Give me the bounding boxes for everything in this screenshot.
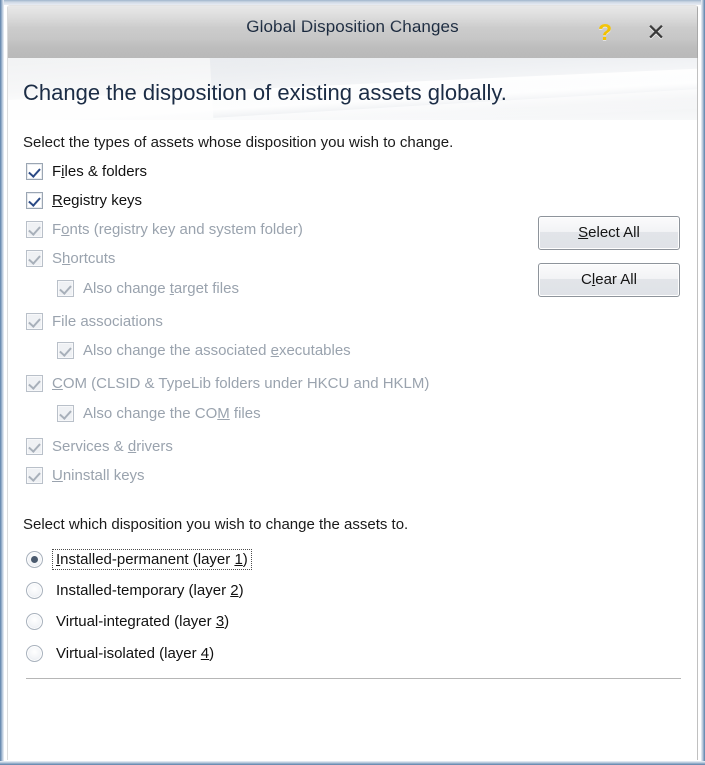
checkbox-label: Fonts (registry key and system folder)	[52, 221, 303, 238]
select-all-button[interactable]: Select All	[538, 216, 680, 250]
radio-row[interactable]: Virtual-isolated (layer 4)	[26, 644, 217, 663]
checkbox-row[interactable]: Registry keys	[26, 192, 142, 209]
accelerator-char: S	[578, 224, 589, 241]
checkbox-row: Also change the associated executables	[57, 342, 351, 359]
clear-all-button[interactable]: Clear All	[538, 263, 680, 297]
window-right-edge	[701, 0, 705, 765]
radio-label: Virtual-integrated (layer 3)	[56, 613, 230, 630]
accelerator-char: o	[61, 221, 70, 238]
radio-label: Installed-permanent (layer 1)	[52, 549, 252, 570]
checkbox-row: Also change target files	[57, 280, 239, 297]
checkbox-label: Also change the COM files	[83, 405, 261, 422]
checkbox-row: COM (CLSID & TypeLib folders under HKCU …	[26, 375, 429, 392]
radio-label: Virtual-isolated (layer 4)	[56, 645, 215, 662]
checkbox-row: Fonts (registry key and system folder)	[26, 221, 303, 238]
page-title: Change the disposition of existing asset…	[23, 80, 507, 105]
checkbox-row[interactable]: Files & folders	[26, 163, 147, 180]
accelerator-char: d	[127, 438, 137, 455]
accelerator-char: e	[270, 342, 279, 359]
close-icon[interactable]: ✕	[635, 12, 677, 52]
checkbox-label: Files & folders	[52, 163, 148, 180]
checkbox-row: Services & drivers	[26, 438, 173, 455]
checkbox-checked-icon[interactable]	[26, 192, 43, 209]
checkbox-label: Also change target files	[83, 280, 239, 297]
radio-label: Installed-temporary (layer 2)	[56, 582, 244, 599]
checkbox-checked-icon	[57, 405, 74, 422]
checkbox-checked-icon	[57, 342, 74, 359]
footer-divider	[26, 678, 681, 679]
checkbox-checked-icon	[26, 438, 43, 455]
accelerator-char: 1	[234, 551, 243, 568]
radio-row[interactable]: Installed-temporary (layer 2)	[26, 581, 247, 600]
accelerator-char: M	[217, 405, 230, 422]
checkbox-checked-icon	[26, 467, 43, 484]
checkbox-row: Also change the COM files	[57, 405, 261, 422]
accelerator-char: 2	[230, 582, 239, 599]
radio-selected-icon[interactable]	[26, 551, 43, 568]
checkbox-row: File associations	[26, 313, 163, 330]
header-banner: Change the disposition of existing asset…	[8, 58, 697, 120]
accelerator-char: 4	[200, 645, 210, 662]
accelerator-char: U	[52, 467, 63, 484]
checkbox-checked-icon[interactable]	[26, 163, 43, 180]
dialog-body: Change the disposition of existing asset…	[7, 58, 698, 760]
assets-section-label: Select the types of assets whose disposi…	[23, 134, 454, 151]
checkbox-row: Shortcuts	[26, 250, 115, 267]
checkbox-label: Services & drivers	[52, 438, 173, 455]
radio-row[interactable]: Installed-permanent (layer 1)	[26, 549, 252, 570]
checkbox-checked-icon	[26, 313, 43, 330]
radio-unselected-icon[interactable]	[26, 645, 43, 662]
dialog-window: Global Disposition Changes ? ✕ Change th…	[0, 0, 705, 765]
checkbox-checked-icon	[26, 375, 43, 392]
accelerator-char: 3	[215, 613, 225, 630]
window-left-edge	[0, 0, 4, 765]
accelerator-char: i	[61, 163, 65, 180]
checkbox-checked-icon	[57, 280, 74, 297]
radio-unselected-icon[interactable]	[26, 582, 43, 599]
checkbox-label: Registry keys	[52, 192, 143, 209]
checkbox-label: Uninstall keys	[52, 467, 145, 484]
title-bar: Global Disposition Changes ? ✕	[7, 5, 698, 58]
accelerator-char: I	[56, 551, 61, 568]
checkbox-label: Also change the associated executables	[83, 342, 351, 359]
checkbox-row: Uninstall keys	[26, 467, 145, 484]
help-icon[interactable]: ?	[585, 12, 625, 52]
accelerator-char: R	[52, 192, 63, 209]
checkbox-label: File associations	[52, 313, 163, 330]
accelerator-char: C	[52, 375, 63, 392]
accelerator-char: l	[591, 271, 596, 288]
radio-row[interactable]: Virtual-integrated (layer 3)	[26, 612, 232, 631]
radio-unselected-icon[interactable]	[26, 613, 43, 630]
accelerator-char: t	[169, 280, 174, 297]
disposition-section-label: Select which disposition you wish to cha…	[23, 516, 409, 533]
checkbox-checked-icon	[26, 221, 43, 238]
checkbox-checked-icon	[26, 250, 43, 267]
checkbox-label: COM (CLSID & TypeLib folders under HKCU …	[52, 375, 430, 392]
checkbox-label: Shortcuts	[52, 250, 116, 267]
window-bottom-edge	[0, 761, 705, 765]
accelerator-char: h	[62, 250, 71, 267]
